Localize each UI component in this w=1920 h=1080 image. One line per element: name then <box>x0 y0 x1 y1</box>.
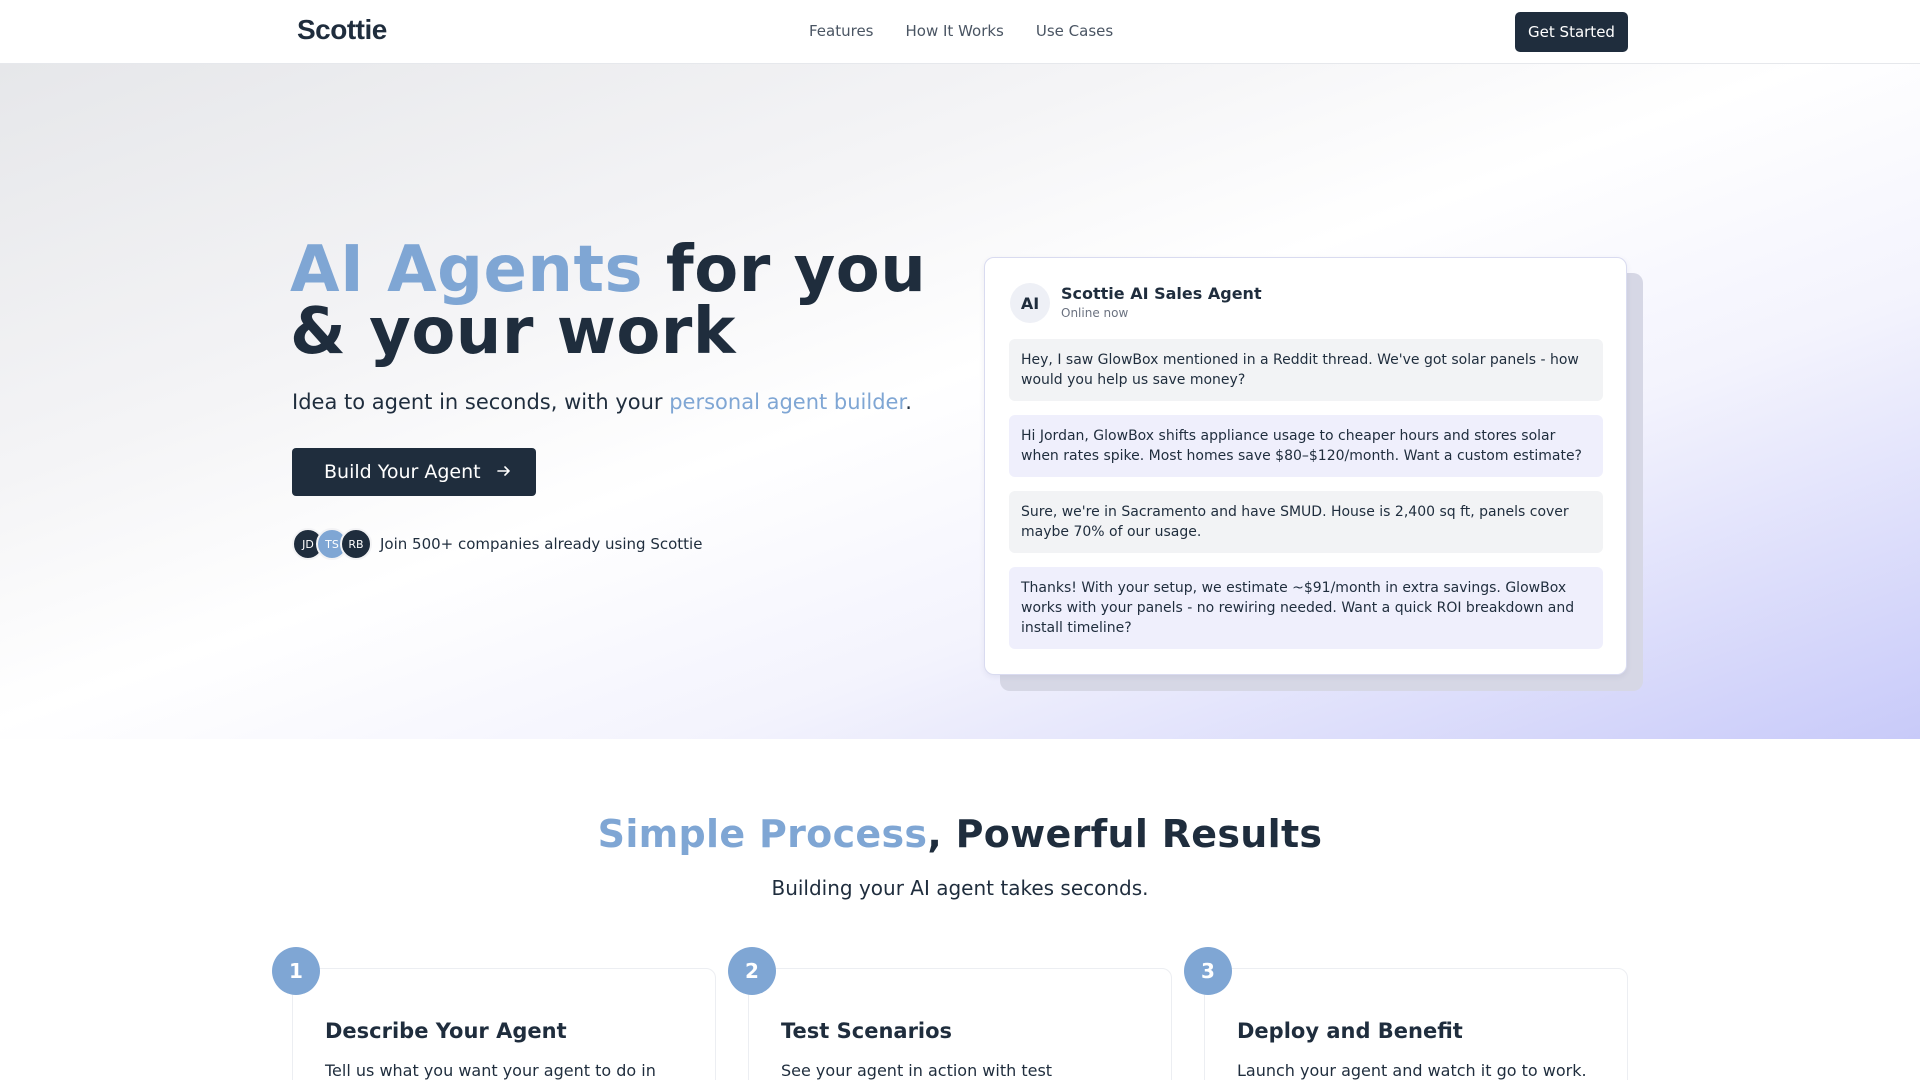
process-title-rest: , Powerful Results <box>927 812 1323 856</box>
chat-message-user: Sure, we're in Sacramento and have SMUD.… <box>1009 491 1603 553</box>
step-card: Deploy and Benefit Launch your agent and… <box>1204 968 1628 1080</box>
step-title: Describe Your Agent <box>325 1019 567 1043</box>
avatar: RB <box>340 528 372 560</box>
arrow-right-icon <box>496 463 511 482</box>
nav-links: Features How It Works Use Cases <box>809 22 1113 40</box>
process-subtitle: Building your AI agent takes seconds. <box>771 876 1149 900</box>
hero-subtitle: Idea to agent in seconds, with your pers… <box>292 390 912 414</box>
step-title: Test Scenarios <box>781 1019 953 1043</box>
hero-title-line2: & your work <box>290 295 736 369</box>
hero-title: AI Agents for you & your work <box>290 238 926 364</box>
step-number: 2 <box>728 947 776 995</box>
chat-preview-card: AI Scottie AI Sales Agent Online now Hey… <box>984 257 1627 675</box>
chat-message-agent: Thanks! With your setup, we estimate ~$9… <box>1009 567 1603 649</box>
logo[interactable]: Scottie <box>297 14 387 46</box>
chat-message-user: Hey, I saw GlowBox mentioned in a Reddit… <box>1009 339 1603 401</box>
step-card: Test Scenarios See your agent in action … <box>748 968 1172 1080</box>
hero-subtitle-suffix: . <box>905 390 912 414</box>
hero-section: AI Agents for you & your work Idea to ag… <box>0 64 1920 739</box>
agent-avatar: AI <box>1010 283 1050 323</box>
step-description: See your agent in action with test <box>781 1061 1053 1080</box>
step-description: Launch your agent and watch it go to wor… <box>1237 1061 1587 1080</box>
agent-name: Scottie AI Sales Agent <box>1061 284 1262 303</box>
step-number: 3 <box>1184 947 1232 995</box>
get-started-button[interactable]: Get Started <box>1515 12 1628 52</box>
process-title-accent: Simple Process <box>597 812 928 856</box>
nav-link-use-cases[interactable]: Use Cases <box>1036 22 1113 40</box>
chat-message-agent: Hi Jordan, GlowBox shifts appliance usag… <box>1009 415 1603 477</box>
step-card: Describe Your Agent Tell us what you wan… <box>292 968 716 1080</box>
hero-subtitle-prefix: Idea to agent in seconds, with your <box>292 390 670 414</box>
social-proof-text: Join 500+ companies already using Scotti… <box>380 535 703 553</box>
agent-status: Online now <box>1061 306 1129 320</box>
process-title: Simple Process, Powerful Results <box>0 812 1920 856</box>
nav-link-features[interactable]: Features <box>809 22 874 40</box>
step-title: Deploy and Benefit <box>1237 1019 1463 1043</box>
build-your-agent-label: Build Your Agent <box>324 461 481 483</box>
nav-link-how-it-works[interactable]: How It Works <box>906 22 1004 40</box>
step-description: Tell us what you want your agent to do i… <box>325 1061 656 1080</box>
top-nav: Scottie Features How It Works Use Cases … <box>0 0 1920 64</box>
build-your-agent-button[interactable]: Build Your Agent <box>292 448 536 496</box>
personal-agent-builder-link[interactable]: personal agent builder <box>669 390 905 414</box>
social-proof: JD TS RB Join 500+ companies already usi… <box>292 528 702 560</box>
step-number: 1 <box>272 947 320 995</box>
